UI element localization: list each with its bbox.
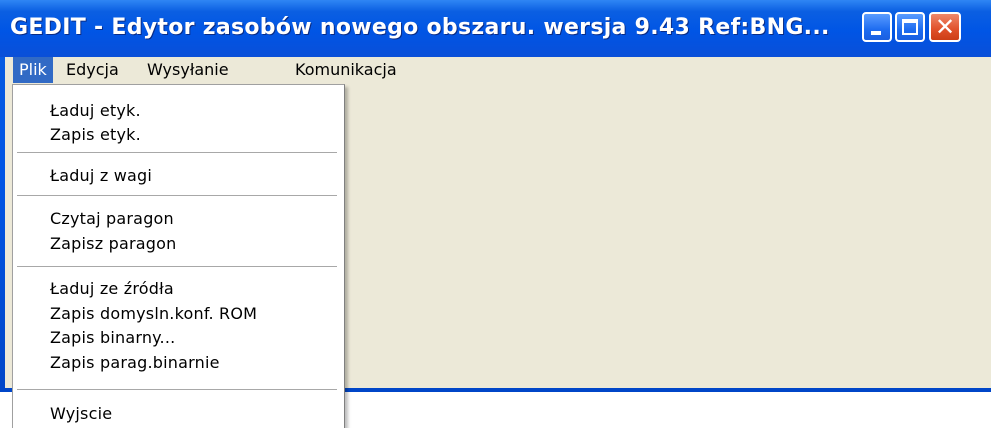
menu-separator [17, 266, 337, 267]
menu-wysylanie[interactable]: Wysyłanie [141, 57, 235, 83]
menu-item-zapis-domysln-konf-rom[interactable]: Zapis domysln.konf. ROM [50, 301, 257, 327]
menu-komunikacja[interactable]: Komunikacja [289, 57, 403, 83]
menu-item-zapis-binarny[interactable]: Zapis binarny... [50, 325, 175, 351]
minimize-icon [871, 31, 881, 35]
menu-item-laduj-etyk[interactable]: Ładuj etyk. [50, 98, 141, 124]
menu-separator [17, 152, 337, 153]
maximize-icon [902, 19, 918, 35]
close-button[interactable]: ✕ [929, 12, 961, 42]
menu-item-zapis-etyk[interactable]: Zapis etyk. [50, 122, 141, 148]
menu-bar: Plik Edycja Wysyłanie Komunikacja [5, 57, 991, 83]
menu-item-laduj-ze-zrodla[interactable]: Ładuj ze źródła [50, 276, 174, 302]
maximize-button[interactable] [895, 12, 925, 42]
menu-item-laduj-z-wagi[interactable]: Ładuj z wagi [50, 163, 152, 189]
minimize-button[interactable] [862, 12, 892, 42]
menu-edycja[interactable]: Edycja [60, 57, 125, 83]
menu-item-zapisz-paragon[interactable]: Zapisz paragon [50, 231, 176, 257]
menu-item-wyjscie[interactable]: Wyjscie [50, 401, 112, 427]
plik-dropdown-menu: Ładuj etyk. Zapis etyk. Ładuj z wagi Czy… [12, 84, 345, 428]
window-title: GEDIT - Edytor zasobów nowego obszaru. w… [10, 15, 830, 40]
menu-separator [17, 195, 337, 196]
menu-item-czytaj-paragon[interactable]: Czytaj paragon [50, 206, 174, 232]
title-bar[interactable]: GEDIT - Edytor zasobów nowego obszaru. w… [0, 0, 991, 57]
menu-item-zapis-parag-binarnie[interactable]: Zapis parag.binarnie [50, 350, 220, 376]
close-icon: ✕ [934, 13, 956, 41]
menu-separator [17, 389, 337, 390]
menu-plik[interactable]: Plik [13, 57, 53, 83]
